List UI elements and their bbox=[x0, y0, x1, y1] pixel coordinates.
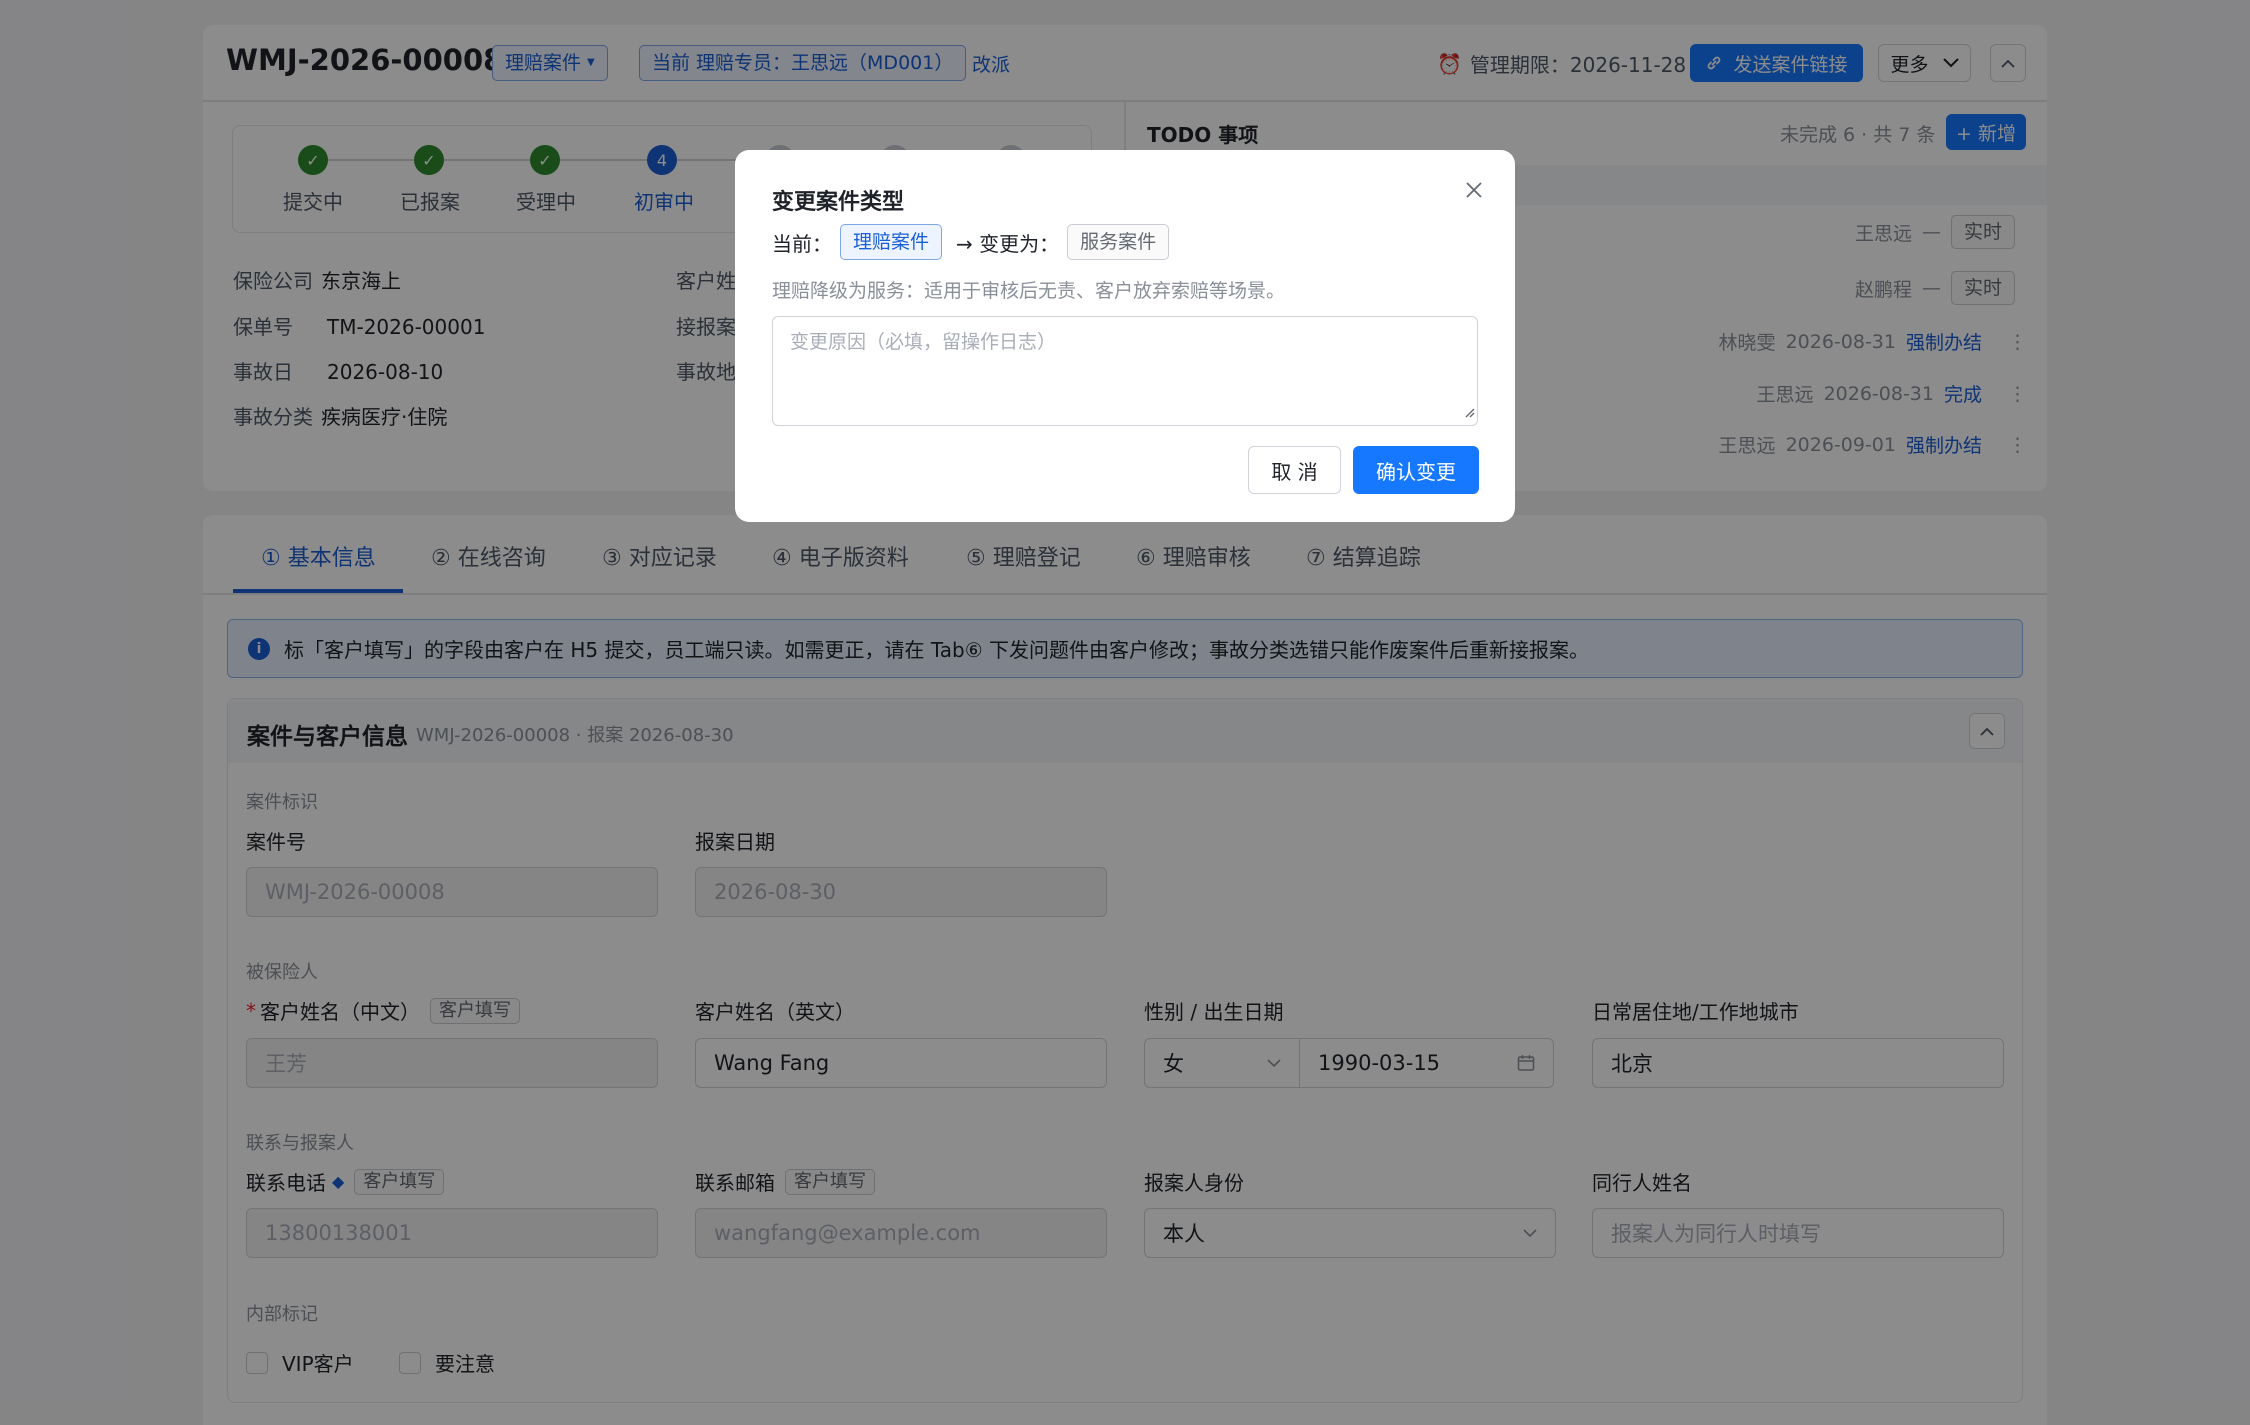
confirm-change-button[interactable]: 确认变更 bbox=[1353, 446, 1479, 494]
modal-title: 变更案件类型 bbox=[772, 190, 905, 215]
target-type-tag: 服务案件 bbox=[1067, 224, 1170, 260]
close-icon[interactable] bbox=[1462, 178, 1486, 202]
type-change-row: 当前： 理赔案件 → 变更为： 服务案件 bbox=[772, 224, 1170, 260]
current-type-tag: 理赔案件 bbox=[840, 224, 943, 260]
change-case-type-modal: 变更案件类型 当前： 理赔案件 → 变更为： 服务案件 理赔降级为服务：适用于审… bbox=[735, 150, 1515, 522]
reason-textarea[interactable]: 变更原因（必填，留操作日志） bbox=[772, 316, 1478, 426]
cancel-button[interactable]: 取 消 bbox=[1248, 446, 1341, 494]
current-label: 当前： bbox=[772, 231, 832, 256]
modal-hint: 理赔降级为服务：适用于审核后无责、客户放弃索赔等场景。 bbox=[772, 280, 1286, 302]
reason-placeholder: 变更原因（必填，留操作日志） bbox=[790, 331, 1057, 353]
change-to-label: → 变更为： bbox=[956, 231, 1060, 256]
resize-handle-icon[interactable] bbox=[1463, 399, 1475, 423]
